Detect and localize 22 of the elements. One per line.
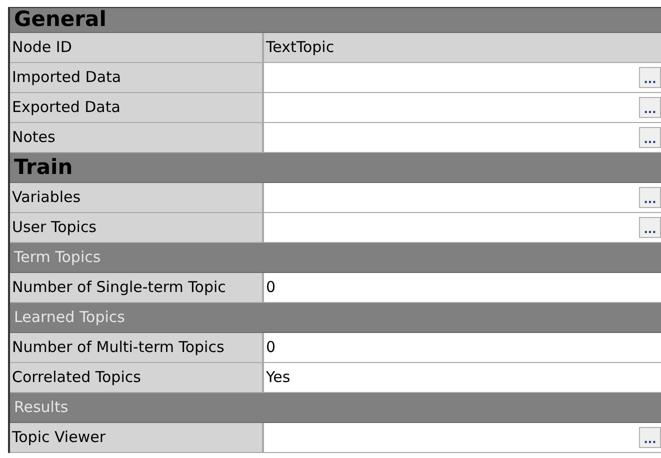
browse-button[interactable]: ... xyxy=(639,97,661,118)
section-header: Train xyxy=(10,153,661,183)
property-label: Exported Data xyxy=(10,93,264,122)
section-header: General xyxy=(10,8,661,33)
browse-button[interactable]: ... xyxy=(639,67,661,88)
property-label: Number of Multi-term Topics xyxy=(10,333,264,362)
browse-button[interactable]: ... xyxy=(639,127,661,148)
property-label: Node ID xyxy=(10,33,264,62)
property-label: Notes xyxy=(10,123,264,152)
property-label: Variables xyxy=(10,183,264,212)
group-header: Term Topics xyxy=(10,243,661,273)
property-label: Correlated Topics xyxy=(10,363,264,392)
group-header: Results xyxy=(10,393,661,423)
group-header: Learned Topics xyxy=(10,303,661,333)
browse-button[interactable]: ... xyxy=(639,217,661,238)
property-label: Topic Viewer xyxy=(10,423,264,452)
browse-button[interactable]: ... xyxy=(639,187,661,208)
property-label: Number of Single-term Topic xyxy=(10,273,264,302)
browse-button[interactable]: ... xyxy=(639,427,661,448)
property-value[interactable]: TextTopic xyxy=(264,33,661,62)
property-label: Imported Data xyxy=(10,63,264,92)
property-label: User Topics xyxy=(10,213,264,242)
